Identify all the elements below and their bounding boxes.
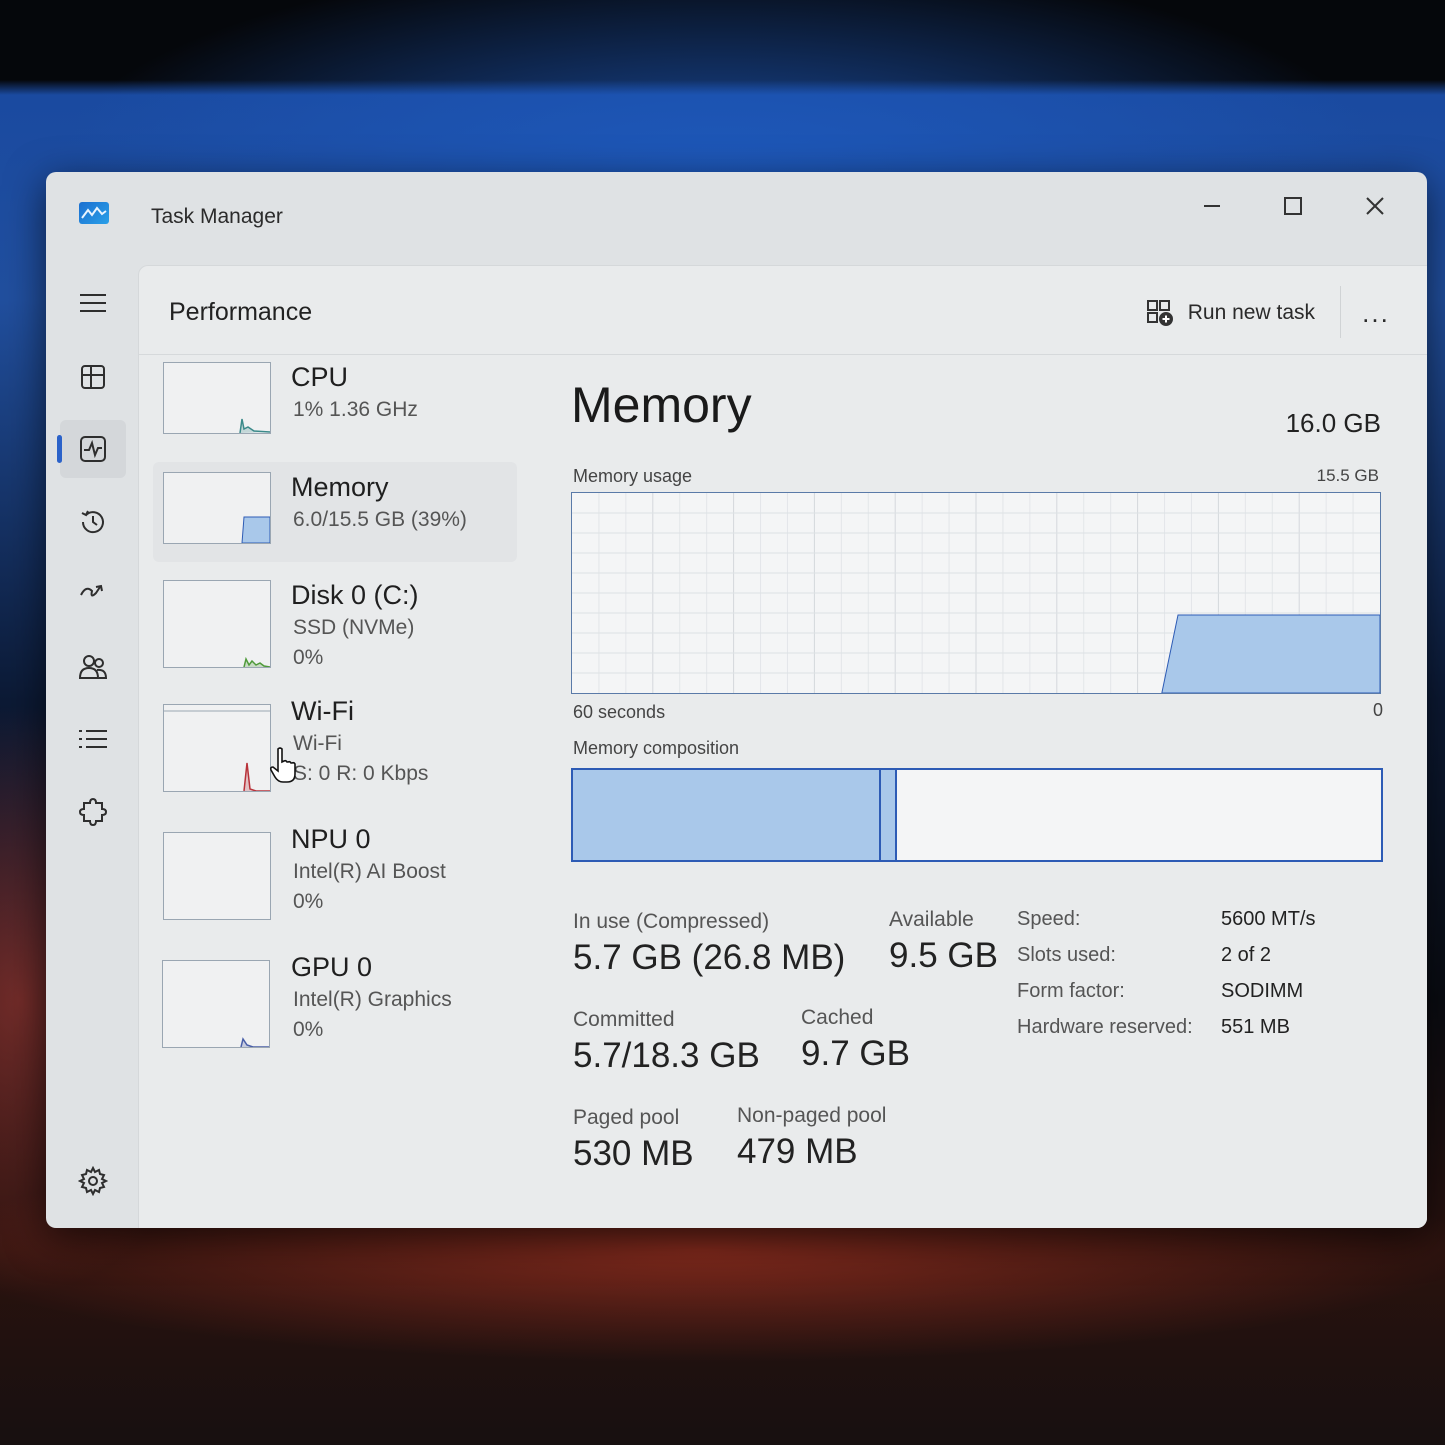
cached-label: Cached xyxy=(801,1006,874,1029)
slots-used-value: 2 of 2 xyxy=(1221,944,1272,966)
form-factor-value: SODIMM xyxy=(1221,980,1304,1002)
memory-composition-bar xyxy=(571,768,1383,862)
performance-page: Performance Run new task ... CPU 1% 1.36… xyxy=(138,265,1427,1228)
settings-gear-icon xyxy=(78,1166,108,1196)
memory-mini-graph xyxy=(163,472,271,544)
in-use-value: 5.7 GB (26.8 MB) xyxy=(573,938,846,977)
nav-startup-apps[interactable] xyxy=(60,565,126,623)
users-icon xyxy=(78,655,108,679)
time-axis-right: 0 xyxy=(1372,700,1383,720)
run-new-task-button[interactable]: Run new task xyxy=(1134,292,1327,334)
disk-mini-graph xyxy=(163,580,271,668)
cpu-mini-graph xyxy=(163,362,271,434)
nav-performance[interactable] xyxy=(60,420,126,478)
device-name: NPU 0 xyxy=(291,824,371,854)
hamburger-icon xyxy=(80,294,106,312)
task-manager-window: Task Manager Performance Run new task ..… xyxy=(46,172,1427,1228)
startup-icon xyxy=(80,584,103,597)
device-utilization: 0% xyxy=(293,890,324,913)
gpu-mini-graph xyxy=(162,960,270,1048)
non-paged-pool-label: Non-paged pool xyxy=(737,1104,887,1127)
title-bar: Task Manager xyxy=(46,172,1427,262)
run-new-task-label: Run new task xyxy=(1187,301,1315,324)
window-title: Task Manager xyxy=(151,205,283,228)
history-icon xyxy=(81,510,104,534)
slots-used-label: Slots used: xyxy=(1017,944,1116,966)
nav-app-history[interactable] xyxy=(60,493,126,551)
close-icon xyxy=(1366,197,1384,215)
device-name: Wi-Fi xyxy=(291,696,354,726)
device-item-cpu[interactable]: CPU 1% 1.36 GHz xyxy=(153,362,517,462)
nav-users[interactable] xyxy=(60,638,126,696)
available-value: 9.5 GB xyxy=(889,936,998,975)
device-item-gpu[interactable]: GPU 0 Intel(R) Graphics 0% xyxy=(153,952,517,1054)
device-utilization: 0% xyxy=(293,1018,324,1041)
minimize-button[interactable] xyxy=(1182,186,1242,226)
hand-pointer-cursor-icon xyxy=(269,747,296,783)
device-throughput: S: 0 R: 0 Kbps xyxy=(293,762,429,785)
composition-modified-segment xyxy=(881,770,897,860)
maximize-button[interactable] xyxy=(1263,186,1323,226)
memory-usage-plot xyxy=(572,493,1380,693)
paged-pool-value: 530 MB xyxy=(573,1134,694,1173)
nav-settings[interactable] xyxy=(60,1152,126,1210)
services-puzzle-icon xyxy=(78,797,108,827)
page-header: Performance Run new task ... xyxy=(139,266,1427,355)
device-name: GPU 0 xyxy=(291,952,373,982)
device-detail: Intel(R) Graphics xyxy=(293,988,452,1011)
cached-value: 9.7 GB xyxy=(801,1034,910,1073)
committed-label: Committed xyxy=(573,1008,675,1031)
device-name: CPU xyxy=(291,362,349,392)
device-item-npu[interactable]: NPU 0 Intel(R) AI Boost 0% xyxy=(153,824,517,926)
non-paged-pool-value: 479 MB xyxy=(737,1132,858,1171)
run-new-task-icon xyxy=(1146,300,1173,326)
header-divider xyxy=(1340,286,1341,338)
performance-icon xyxy=(80,436,106,462)
processes-icon xyxy=(81,365,105,389)
page-title: Performance xyxy=(169,298,313,326)
navigation-rail xyxy=(46,262,138,1228)
memory-total: 16.0 GB xyxy=(1285,408,1381,438)
hamburger-menu-button[interactable] xyxy=(60,274,126,332)
active-nav-indicator xyxy=(57,435,62,463)
close-button[interactable] xyxy=(1345,186,1405,226)
committed-value: 5.7/18.3 GB xyxy=(573,1036,760,1075)
task-manager-app-icon xyxy=(79,202,109,224)
hardware-reserved-value: 551 MB xyxy=(1221,1016,1290,1038)
device-item-wifi[interactable]: Wi-Fi Wi-Fi S: 0 R: 0 Kbps xyxy=(153,696,517,798)
device-item-memory[interactable]: Memory 6.0/15.5 GB (39%) xyxy=(153,462,517,562)
time-axis-left: 60 seconds xyxy=(573,702,666,722)
in-use-label: In use (Compressed) xyxy=(573,910,770,933)
maximize-icon xyxy=(1284,197,1302,215)
device-detail: SSD (NVMe) xyxy=(293,616,415,639)
composition-in-use-segment xyxy=(573,770,881,860)
available-label: Available xyxy=(889,908,974,931)
memory-usage-graph xyxy=(571,492,1381,694)
hardware-reserved-label: Hardware reserved: xyxy=(1017,1016,1193,1038)
nav-details[interactable] xyxy=(60,710,126,768)
device-utilization: 0% xyxy=(293,646,324,669)
memory-usage-area xyxy=(1161,614,1380,693)
device-detail: 6.0/15.5 GB (39%) xyxy=(293,508,467,531)
memory-usage-label: Memory usage xyxy=(573,466,693,486)
npu-mini-graph xyxy=(163,832,271,920)
memory-composition-label: Memory composition xyxy=(573,738,740,758)
form-factor-label: Form factor: xyxy=(1017,980,1125,1002)
details-list-icon xyxy=(79,730,107,748)
speed-label: Speed: xyxy=(1017,908,1081,930)
wifi-mini-graph xyxy=(163,704,271,792)
nav-processes[interactable] xyxy=(60,348,126,406)
minimize-icon xyxy=(1204,205,1220,207)
device-detail: 1% 1.36 GHz xyxy=(293,398,418,421)
memory-usage-max: 15.5 GB xyxy=(1316,466,1379,485)
memory-heading: Memory xyxy=(571,377,752,433)
nav-services[interactable] xyxy=(60,783,126,841)
device-name: Disk 0 (C:) xyxy=(291,580,419,610)
device-detail: Intel(R) AI Boost xyxy=(293,860,446,883)
device-item-disk[interactable]: Disk 0 (C:) SSD (NVMe) 0% xyxy=(153,572,517,672)
more-options-button[interactable]: ... xyxy=(1351,292,1401,334)
speed-value: 5600 MT/s xyxy=(1221,908,1316,930)
device-name: Memory xyxy=(291,472,389,502)
paged-pool-label: Paged pool xyxy=(573,1106,680,1129)
